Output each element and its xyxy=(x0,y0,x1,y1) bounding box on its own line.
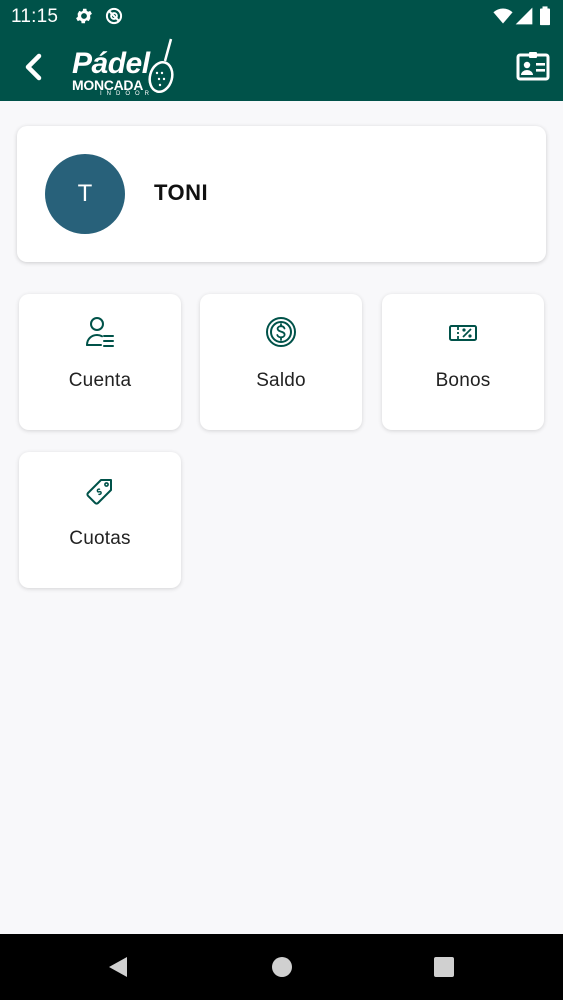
no-sync-icon xyxy=(105,7,123,25)
price-tag-icon xyxy=(86,479,112,505)
tile-label: Cuotas xyxy=(69,528,131,549)
padel-racket-icon xyxy=(148,38,174,94)
status-bar: 11:15 xyxy=(0,0,563,33)
avatar: T xyxy=(45,154,125,234)
dollar-coin-icon xyxy=(266,317,296,347)
tile-label: Bonos xyxy=(435,370,491,391)
tile-bonos[interactable]: Bonos xyxy=(382,294,544,430)
tile-label: Cuenta xyxy=(68,370,132,391)
back-triangle-icon[interactable] xyxy=(106,955,130,979)
padel-moncada-logo: Pádel MONCADA INDOOR xyxy=(70,37,180,99)
profile-name: TONI xyxy=(154,180,209,205)
user-account-icon xyxy=(86,317,114,347)
settings-icon xyxy=(76,8,92,24)
chevron-left-icon[interactable] xyxy=(18,51,50,83)
system-nav-bar xyxy=(0,934,563,1000)
tile-cuotas[interactable]: Cuotas xyxy=(19,452,181,588)
profile-card: T TONI xyxy=(17,126,546,262)
logo-tagline: INDOOR xyxy=(100,91,154,97)
tile-cuenta[interactable]: Cuenta xyxy=(19,294,181,430)
ticket-percent-icon xyxy=(449,325,477,341)
tile-label: Saldo xyxy=(256,370,306,391)
home-circle-icon[interactable] xyxy=(270,955,294,979)
tile-saldo[interactable]: Saldo xyxy=(200,294,362,430)
app-bar: Pádel MONCADA INDOOR xyxy=(0,33,563,101)
wifi-icon xyxy=(493,8,513,24)
battery-icon xyxy=(540,6,550,26)
status-time: 11:15 xyxy=(11,6,59,27)
logo-title: Pádel xyxy=(72,47,150,80)
signal-icon xyxy=(515,7,533,25)
recents-square-icon[interactable] xyxy=(432,955,456,979)
id-card-icon[interactable] xyxy=(516,51,550,83)
